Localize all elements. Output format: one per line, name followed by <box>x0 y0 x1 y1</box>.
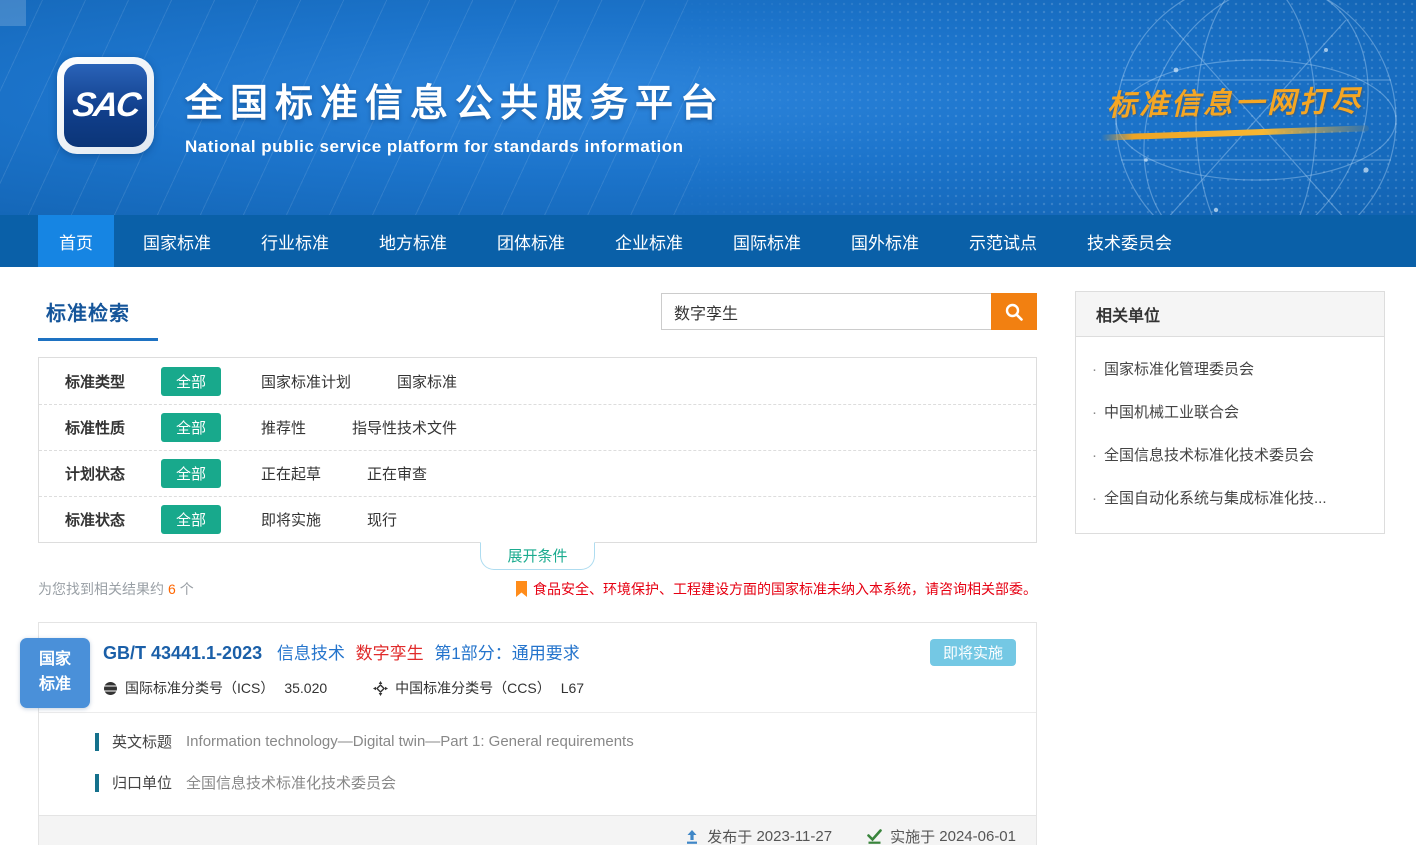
status-badge: 即将实施 <box>930 639 1016 666</box>
implement-check-icon <box>866 829 883 845</box>
related-units-list: 国家标准化管理委员会 中国机械工业联合会 全国信息技术标准化技术委员会 全国自动… <box>1076 337 1384 533</box>
related-units-title: 相关单位 <box>1076 292 1384 337</box>
related-units-box: 相关单位 国家标准化管理委员会 中国机械工业联合会 全国信息技术标准化技术委员会… <box>1075 291 1385 534</box>
filter-all-button[interactable]: 全部 <box>161 367 221 396</box>
site-header: SAC 全国标准信息公共服务平台 National public service… <box>0 0 1416 215</box>
filter-option[interactable]: 正在审查 <box>367 463 427 484</box>
sidebar-item-it-tc[interactable]: 全国信息技术标准化技术委员会 <box>1092 433 1368 476</box>
search-row: 标准检索 <box>38 291 1037 357</box>
title-block: 全国标准信息公共服务平台 National public service pla… <box>185 72 725 157</box>
english-title-value: Information technology—Digital twin—Part… <box>186 733 634 750</box>
standard-title-link[interactable]: GB/T 43441.1-2023 信息技术 数字孪生 第1部分：通用要求 <box>103 639 1014 664</box>
filter-label: 标准状态 <box>65 509 161 530</box>
filter-option[interactable]: 推荐性 <box>261 417 306 438</box>
english-title-row: 英文标题 Information technology—Digital twin… <box>95 731 1014 752</box>
site-subtitle: National public service platform for sta… <box>185 137 725 157</box>
filter-label: 计划状态 <box>65 463 161 484</box>
row-bar-decoration <box>95 733 99 751</box>
sidebar-item-machinery[interactable]: 中国机械工业联合会 <box>1092 390 1368 433</box>
filter-box: 标准类型 全部 国家标准计划 国家标准 标准性质 全部 推荐性 指导性技术文件 … <box>38 357 1037 543</box>
filter-option[interactable]: 现行 <box>367 509 397 530</box>
implement-date: 2024-06-01 <box>939 828 1016 845</box>
search-box <box>661 293 1037 330</box>
nav-item-pilot[interactable]: 示范试点 <box>948 215 1058 267</box>
expand-wrap: 展开条件 <box>38 543 1037 570</box>
sidebar: 相关单位 国家标准化管理委员会 中国机械工业联合会 全国信息技术标准化技术委员会… <box>1075 291 1385 845</box>
standard-code: GB/T 43441.1-2023 <box>103 643 262 663</box>
national-standard-badge: 国家 标准 <box>20 638 90 708</box>
filter-all-button[interactable]: 全部 <box>161 459 221 488</box>
filter-option[interactable]: 国家标准 <box>397 371 457 392</box>
filter-all-button[interactable]: 全部 <box>161 413 221 442</box>
implement-date-item: 实施于 2024-06-01 <box>866 826 1016 845</box>
publish-date-item: 发布于 2023-11-27 <box>684 826 832 845</box>
page-title: 标准检索 <box>38 297 158 341</box>
nav-item-local[interactable]: 地方标准 <box>358 215 468 267</box>
main-column: 标准检索 标准类型 全部 国家标准计划 国家标准 标准性质 <box>38 291 1037 845</box>
filter-label: 标准类型 <box>65 371 161 392</box>
ccs-value: L67 <box>561 680 584 696</box>
result-card: 国家 标准 GB/T 43441.1-2023 信息技术 数字孪生 第1部分：通… <box>38 622 1037 845</box>
filter-row-standard-type: 标准类型 全部 国家标准计划 国家标准 <box>39 358 1036 404</box>
results-notice: 食品安全、环境保护、工程建设方面的国家标准未纳入本系统，请咨询相关部委。 <box>515 579 1037 599</box>
filter-option[interactable]: 正在起草 <box>261 463 321 484</box>
slogan-text: 标准信息一网打尽 <box>1107 78 1364 124</box>
results-count: 6 <box>168 581 176 597</box>
sidebar-item-sac[interactable]: 国家标准化管理委员会 <box>1092 347 1368 390</box>
nav-item-home[interactable]: 首页 <box>38 215 114 267</box>
ics-meta: 国际标准分类号（ICS） 35.020 <box>103 678 327 698</box>
slogan-block: 标准信息一网打尽 <box>1085 80 1385 136</box>
site-title: 全国标准信息公共服务平台 <box>185 72 725 127</box>
filter-option[interactable]: 指导性技术文件 <box>352 417 457 438</box>
row-bar-decoration <box>95 774 99 792</box>
sac-logo-inner: SAC <box>64 64 147 147</box>
bookmark-icon <box>515 581 528 598</box>
filter-option[interactable]: 国家标准计划 <box>261 371 351 392</box>
filter-row-standard-status: 标准状态 全部 即将实施 现行 <box>39 496 1036 542</box>
nav-item-national[interactable]: 国家标准 <box>122 215 232 267</box>
search-button[interactable] <box>991 293 1037 330</box>
sac-logo: SAC <box>57 57 154 154</box>
search-input[interactable] <box>661 293 991 330</box>
card-rows: 英文标题 Information technology—Digital twin… <box>39 713 1036 815</box>
expand-conditions-button[interactable]: 展开条件 <box>480 542 594 570</box>
search-icon <box>1004 302 1024 322</box>
slogan-underline-decoration <box>1101 125 1369 140</box>
nav-item-group[interactable]: 团体标准 <box>476 215 586 267</box>
globe-icon <box>103 681 118 696</box>
ics-value: 35.020 <box>284 680 327 696</box>
compass-icon <box>373 681 388 696</box>
publish-date: 2023-11-27 <box>756 828 832 845</box>
ccs-meta: 中国标准分类号（CCS） L67 <box>373 678 584 698</box>
results-info: 为您找到相关结果约6个 食品安全、环境保护、工程建设方面的国家标准未纳入本系统，… <box>38 578 1037 600</box>
card-footer: 发布于 2023-11-27 实施于 2024-06-01 <box>38 816 1037 845</box>
nav-item-international[interactable]: 国际标准 <box>712 215 822 267</box>
header-corner-decoration <box>0 0 26 26</box>
nav-item-foreign[interactable]: 国外标准 <box>830 215 940 267</box>
card-head: GB/T 43441.1-2023 信息技术 数字孪生 第1部分：通用要求 即将… <box>39 623 1036 713</box>
tab-standard-search[interactable]: 标准检索 <box>38 291 158 341</box>
sidebar-item-automation[interactable]: 全国自动化系统与集成标准化技... <box>1092 476 1368 519</box>
filter-option[interactable]: 即将实施 <box>261 509 321 530</box>
card-main: GB/T 43441.1-2023 信息技术 数字孪生 第1部分：通用要求 即将… <box>38 622 1037 816</box>
page-body: 标准检索 标准类型 全部 国家标准计划 国家标准 标准性质 <box>0 267 1416 845</box>
filter-row-plan-status: 计划状态 全部 正在起草 正在审查 <box>39 450 1036 496</box>
unit-row: 归口单位 全国信息技术标准化技术委员会 <box>95 772 1014 793</box>
main-nav: 首页 国家标准 行业标准 地方标准 团体标准 企业标准 国际标准 国外标准 示范… <box>0 215 1416 267</box>
results-summary: 为您找到相关结果约6个 <box>38 579 194 599</box>
card-meta: 国际标准分类号（ICS） 35.020 中国标准分类号（CCS） L67 <box>103 678 1014 698</box>
filter-label: 标准性质 <box>65 417 161 438</box>
filter-all-button[interactable]: 全部 <box>161 505 221 534</box>
nav-item-tech-committee[interactable]: 技术委员会 <box>1066 215 1193 267</box>
publish-upload-icon <box>684 829 700 845</box>
filter-row-standard-nature: 标准性质 全部 推荐性 指导性技术文件 <box>39 404 1036 450</box>
sac-logo-text: SAC <box>70 86 141 125</box>
nav-item-enterprise[interactable]: 企业标准 <box>594 215 704 267</box>
unit-value: 全国信息技术标准化技术委员会 <box>186 772 396 793</box>
search-term-highlight: 数字孪生 <box>356 644 424 663</box>
nav-item-industry[interactable]: 行业标准 <box>240 215 350 267</box>
